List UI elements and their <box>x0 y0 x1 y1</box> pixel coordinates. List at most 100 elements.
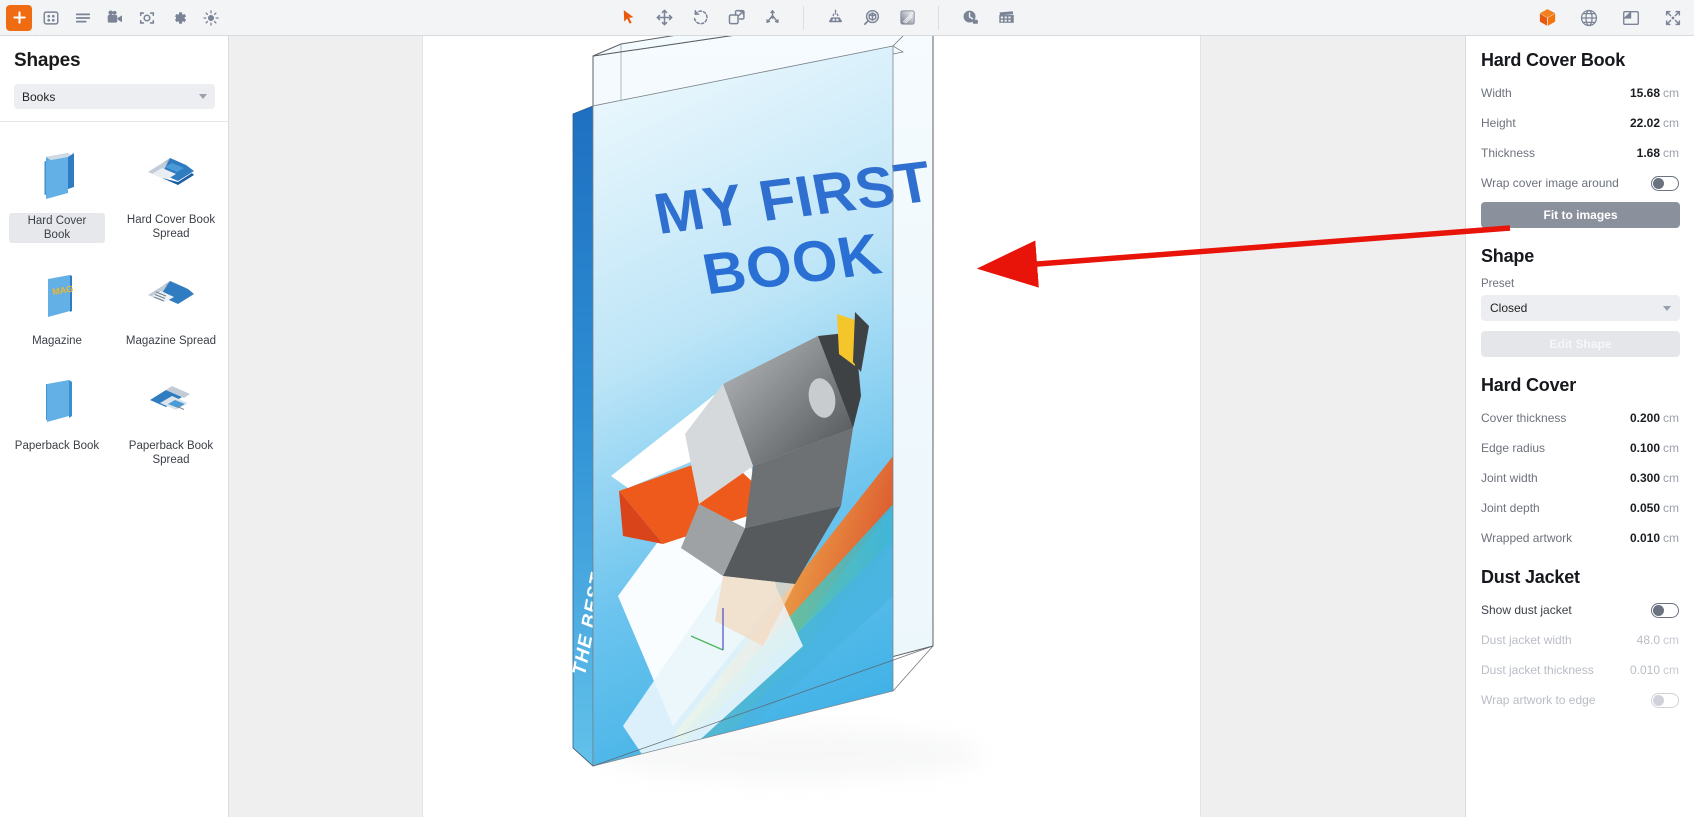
video-camera-icon[interactable] <box>102 5 128 31</box>
property-row-wrap-artwork-to-edge: Wrap artwork to edge <box>1481 689 1679 711</box>
show-dust-jacket-toggle[interactable] <box>1651 602 1679 618</box>
property-row-dust-jacket-width: Dust jacket width 48.0 cm <box>1481 629 1679 651</box>
film-icon[interactable] <box>993 5 1019 31</box>
add-icon[interactable] <box>6 4 32 31</box>
property-label: Show dust jacket <box>1481 603 1572 617</box>
hard-cover-section-title: Hard Cover <box>1481 375 1577 395</box>
cube-3d-icon[interactable] <box>1534 5 1560 31</box>
toolbar-right-group <box>1534 5 1686 31</box>
toggle-knob <box>1653 177 1664 189</box>
toolbar-center-group <box>615 5 1019 31</box>
toolbar-divider-1 <box>803 5 804 30</box>
property-value[interactable]: 0.010 cm <box>1630 531 1679 545</box>
book-spread-thumb-icon <box>140 144 202 206</box>
shape-item-magazine-spread[interactable]: Magazine Spread <box>114 257 228 356</box>
property-row-dust-jacket-thickness: Dust jacket thickness 0.010 cm <box>1481 659 1679 681</box>
property-label: Width <box>1481 86 1512 100</box>
property-value[interactable]: 22.02 cm <box>1630 116 1679 130</box>
property-value: 48.0 cm <box>1636 633 1679 647</box>
page-title: Shapes <box>14 50 81 71</box>
toolbar-left-group <box>0 4 224 31</box>
property-value[interactable]: 0.200 cm <box>1630 411 1679 425</box>
viewport-3d[interactable]: THE BEST BOOK EVER <box>229 36 1465 817</box>
distribute-icon[interactable] <box>759 5 785 31</box>
grid-icon[interactable] <box>38 5 64 31</box>
rotate-icon[interactable] <box>687 5 713 31</box>
toggle-knob <box>1653 694 1664 706</box>
shape-category-select[interactable]: Books <box>14 84 215 109</box>
properties-panel: Hard Cover Book Width 15.68 cm Height 22.… <box>1465 36 1694 817</box>
gradient-icon[interactable] <box>894 5 920 31</box>
shape-item-label: Paperback Book <box>14 440 100 452</box>
property-row-joint-width: Joint width 0.300 cm <box>1481 467 1679 489</box>
light-bulb-icon[interactable] <box>198 5 224 31</box>
shape-item-hard-cover-book-spread[interactable]: Hard Cover Book Spread <box>114 136 228 251</box>
shape-preset-select[interactable]: Closed <box>1481 295 1680 321</box>
render-canvas[interactable]: THE BEST BOOK EVER <box>422 36 1201 817</box>
sphere-icon[interactable] <box>1576 5 1602 31</box>
list-icon[interactable] <box>70 5 96 31</box>
property-value[interactable]: 15.68 cm <box>1630 86 1679 100</box>
fit-to-images-button[interactable]: Fit to images <box>1481 202 1680 228</box>
paperback-thumb-icon <box>26 370 88 432</box>
book-closed-thumb-icon <box>26 144 88 206</box>
shape-section-title: Shape <box>1481 246 1535 266</box>
spotlight-icon[interactable] <box>822 5 848 31</box>
property-value[interactable]: 0.300 cm <box>1630 471 1679 485</box>
property-row-edge-radius: Edge radius 0.100 cm <box>1481 437 1679 459</box>
property-label: Cover thickness <box>1481 411 1567 425</box>
property-label: Dust jacket width <box>1481 633 1572 647</box>
move-icon[interactable] <box>651 5 677 31</box>
shape-category-value: Books <box>22 89 56 104</box>
dust-jacket-section-title: Dust Jacket <box>1481 567 1580 587</box>
gear-icon[interactable] <box>166 5 192 31</box>
wrap-artwork-edge-toggle <box>1651 692 1679 708</box>
property-row-joint-depth: Joint depth 0.050 cm <box>1481 497 1679 519</box>
shapes-panel: Shapes Books Hard Cover Book Hard Cover … <box>0 36 229 817</box>
shape-item-magazine[interactable]: MAG Magazine <box>0 257 114 356</box>
scale-icon[interactable] <box>723 5 749 31</box>
shape-grid: Hard Cover Book Hard Cover Book Spread M… <box>0 122 228 475</box>
property-value[interactable]: 0.100 cm <box>1630 441 1679 455</box>
shape-item-paperback-book[interactable]: Paperback Book <box>0 362 114 475</box>
toggle-knob <box>1653 604 1664 616</box>
panel-layout-icon[interactable] <box>1618 5 1644 31</box>
property-row-wrap-cover: Wrap cover image around <box>1481 172 1679 194</box>
object-section-title: Hard Cover Book <box>1481 50 1626 70</box>
main-body: Shapes Books Hard Cover Book Hard Cover … <box>0 36 1694 817</box>
application-window: Shapes Books Hard Cover Book Hard Cover … <box>0 0 1694 817</box>
chevron-down-icon <box>199 94 207 99</box>
property-value[interactable]: 0.050 cm <box>1630 501 1679 515</box>
property-value[interactable]: 1.68 cm <box>1637 146 1679 160</box>
fullscreen-icon[interactable] <box>1660 5 1686 31</box>
environment-icon[interactable] <box>858 5 884 31</box>
property-value: 0.010 cm <box>1629 663 1679 677</box>
shape-item-label: Hard Cover Book <box>9 213 105 243</box>
shape-item-hard-cover-book[interactable]: Hard Cover Book <box>0 136 114 251</box>
property-row-cover-thickness: Cover thickness 0.200 cm <box>1481 407 1679 429</box>
toolbar-divider-2 <box>938 5 939 30</box>
preset-label: Preset <box>1481 278 1515 290</box>
paperback-spread-thumb-icon <box>140 370 202 432</box>
property-row-width: Width 15.68 cm <box>1481 82 1679 104</box>
shape-item-label: Paperback Book Spread <box>128 440 214 466</box>
property-row-show-dust-jacket: Show dust jacket <box>1481 599 1679 621</box>
edit-shape-button: Edit Shape <box>1481 331 1680 357</box>
property-row-thickness: Thickness 1.68 cm <box>1481 142 1679 164</box>
wrap-cover-toggle[interactable] <box>1651 175 1679 191</box>
snapshot-icon[interactable] <box>134 5 160 31</box>
timeline-icon[interactable] <box>957 5 983 31</box>
property-label: Thickness <box>1481 146 1536 160</box>
shape-item-label: Magazine <box>32 335 82 347</box>
property-label: Wrap cover image around <box>1481 176 1619 190</box>
property-row-height: Height 22.02 cm <box>1481 112 1679 134</box>
property-label: Joint depth <box>1481 501 1540 515</box>
shape-item-paperback-book-spread[interactable]: Paperback Book Spread <box>114 362 228 475</box>
magazine-thumb-icon: MAG <box>26 265 88 327</box>
cursor-select-icon[interactable] <box>615 5 641 31</box>
property-label: Height <box>1481 116 1516 130</box>
shapes-panel-header: Shapes Books <box>0 36 228 122</box>
chevron-down-icon <box>1663 305 1671 311</box>
book-model[interactable]: THE BEST BOOK EVER <box>423 36 1200 817</box>
property-label: Edge radius <box>1481 441 1546 455</box>
